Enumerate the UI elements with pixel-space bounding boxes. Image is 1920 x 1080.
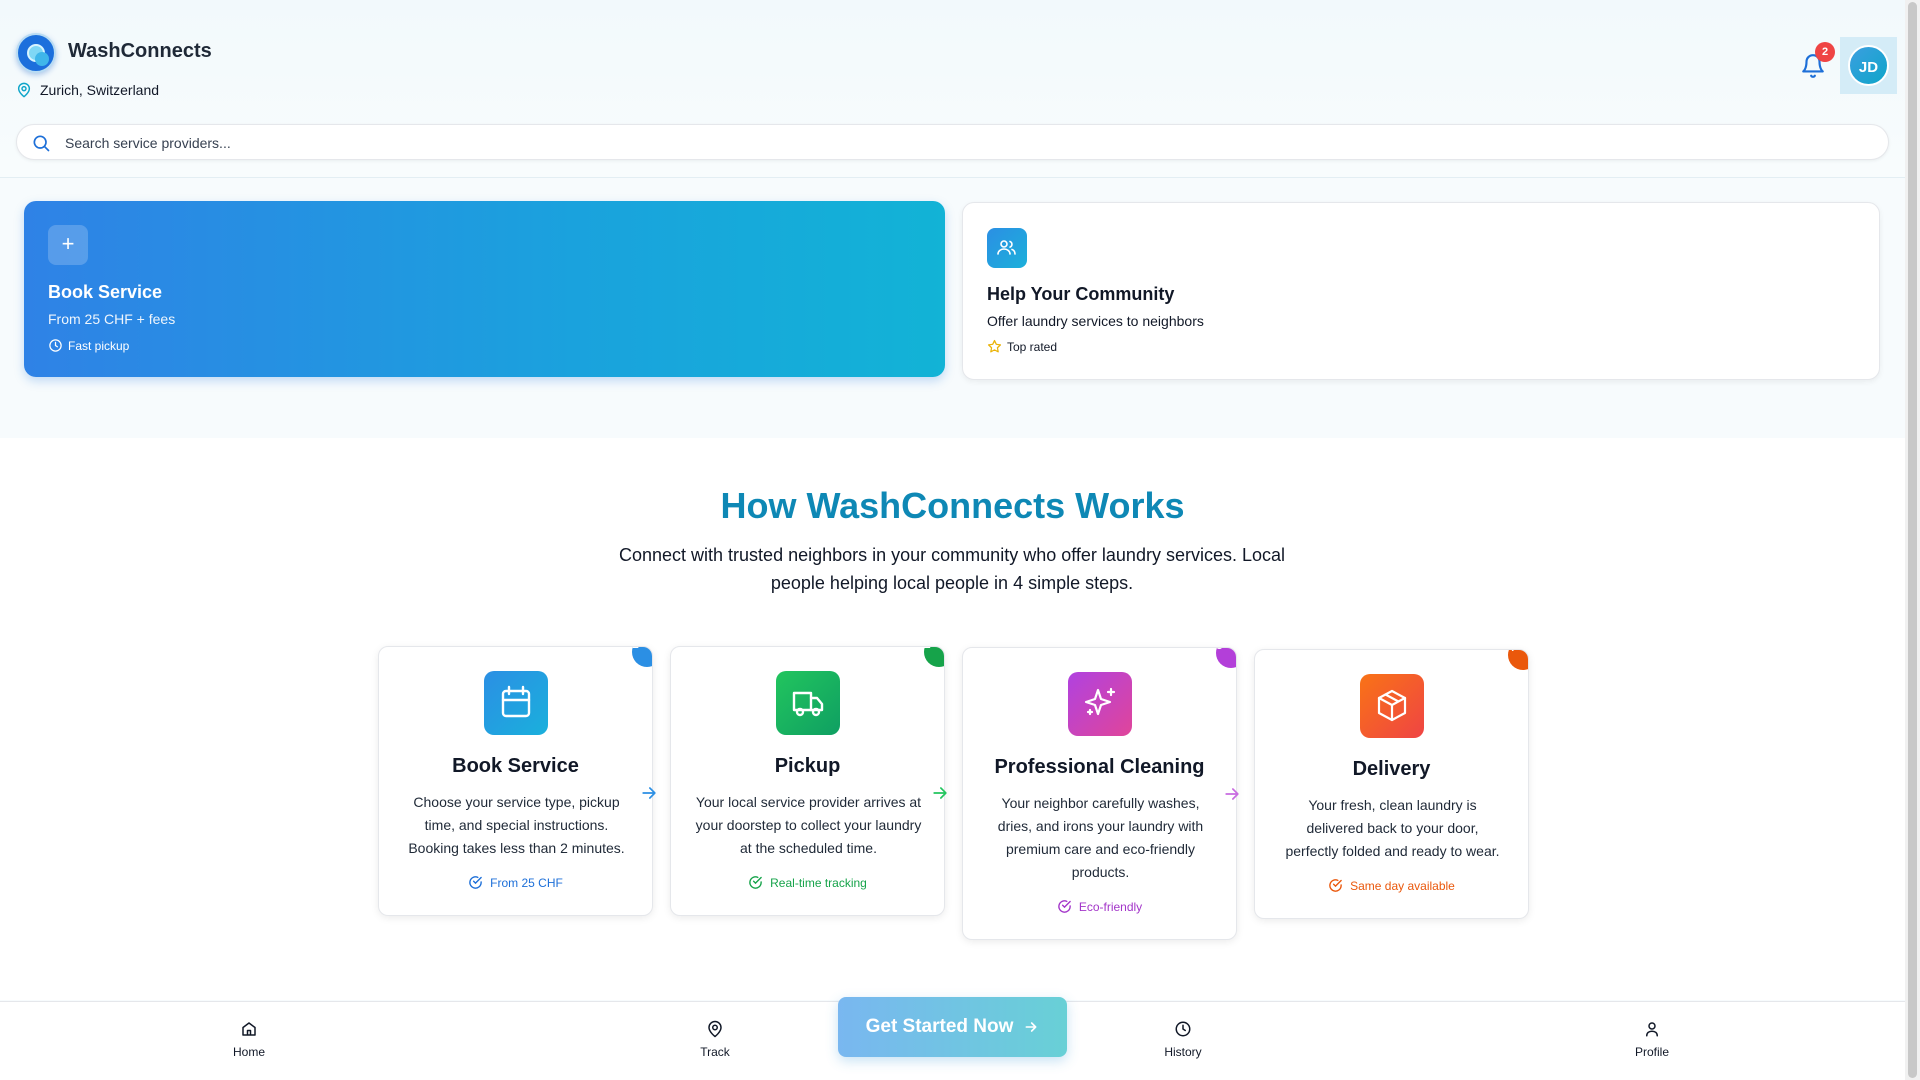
nav-profile-label: Profile <box>1634 1045 1669 1059</box>
notification-badge: 2 <box>1815 42 1835 62</box>
nav-history-label: History <box>1164 1045 1202 1059</box>
map-pin-icon <box>17 82 31 98</box>
nav-history[interactable]: History <box>1133 1020 1233 1059</box>
nav-profile[interactable]: Profile <box>1602 1020 1702 1059</box>
calendar-icon <box>484 671 548 735</box>
step-feature: Eco-friendly <box>963 899 1236 914</box>
how-it-works-subtitle: Connect with trusted neighbors in your c… <box>619 545 1285 593</box>
map-pin-icon <box>708 1020 722 1038</box>
step-feature: From 25 CHF <box>379 875 652 890</box>
check-circle-icon <box>1329 879 1342 892</box>
step-feature-label: Eco-friendly <box>1078 899 1143 914</box>
step-description: Your fresh, clean laundry is delivered b… <box>1285 797 1500 859</box>
top-rated-label: Top rated <box>1007 339 1058 354</box>
step-card-professional-cleaning[interactable]: 3 Professional Cleaning Your neighbor ca… <box>962 647 1237 940</box>
step-number-badge: 4 <box>1508 650 1528 670</box>
step-number-badge: 2 <box>924 647 944 667</box>
arrow-right-icon <box>933 787 947 799</box>
scrollbar-thumb[interactable] <box>1908 2 1917 1078</box>
nav-track[interactable]: Track <box>665 1020 765 1059</box>
step-description: Your local service provider arrives at y… <box>695 794 922 856</box>
help-community-card[interactable]: Help Your Community Offer laundry servic… <box>962 202 1880 380</box>
app-name: WashConnects <box>68 40 212 62</box>
page-scrollbar[interactable] <box>1905 0 1920 1080</box>
package-icon <box>1360 674 1424 738</box>
help-community-subtitle: Offer laundry services to neighbors <box>987 313 1204 329</box>
logo-mark-inner <box>35 52 49 66</box>
location-label[interactable]: Zurich, Switzerland <box>40 82 159 98</box>
nav-home-label: Home <box>232 1045 265 1059</box>
step-title: Book Service <box>452 755 579 777</box>
clock-icon <box>1175 1021 1191 1037</box>
clock-icon <box>49 339 62 352</box>
step-card-delivery[interactable]: 4 Delivery Your fresh, clean laundry is … <box>1254 649 1529 919</box>
step-feature-label: Same day available <box>1350 878 1455 893</box>
step-feature: Real-time tracking <box>671 875 944 890</box>
step-title: Delivery <box>1352 758 1431 780</box>
step-card-pickup[interactable]: 2 Pickup Your local service provider arr… <box>670 646 945 916</box>
get-started-button[interactable]: Get Started Now <box>838 997 1067 1057</box>
search-bar[interactable]: Search service providers... <box>16 124 1889 160</box>
sparkles-icon <box>1068 672 1132 736</box>
book-service-title: Book Service <box>48 282 163 302</box>
search-input[interactable]: Search service providers... <box>65 135 231 151</box>
get-started-label: Get Started Now <box>865 1016 1014 1037</box>
step-feature: Same day available <box>1255 878 1528 893</box>
step-title: Pickup <box>774 755 841 777</box>
truck-icon <box>776 671 840 735</box>
step-description: Your neighbor carefully washes, dries, a… <box>997 795 1204 880</box>
book-service-card[interactable]: + Book Service From 25 CHF + fees Fast p… <box>24 201 945 377</box>
nav-track-label: Track <box>700 1045 730 1059</box>
avatar: JD <box>1848 45 1889 86</box>
top-rated-tag: Top rated <box>987 339 1057 354</box>
step-feature-label: From 25 CHF <box>490 875 563 890</box>
plus-icon: + <box>48 225 88 265</box>
step-number-badge: 1 <box>632 647 652 667</box>
check-circle-icon <box>1058 900 1071 913</box>
fast-pickup-label: Fast pickup <box>68 338 130 353</box>
book-service-tag: Fast pickup <box>48 338 129 353</box>
user-icon <box>1646 1022 1658 1037</box>
step-number-badge: 3 <box>1216 648 1236 668</box>
step-description: Choose your service type, pickup time, a… <box>408 794 625 856</box>
search-icon <box>33 135 50 152</box>
step-feature-label: Real-time tracking <box>770 875 867 890</box>
nav-home[interactable]: Home <box>199 1020 299 1059</box>
app-logo[interactable] <box>16 33 56 73</box>
book-service-subtitle: From 25 CHF + fees <box>48 311 176 327</box>
arrow-right-icon <box>1225 788 1239 800</box>
top-header: WashConnects Zurich, Switzerland 2 JD Se… <box>0 0 1905 178</box>
step-title: Professional Cleaning <box>994 756 1205 778</box>
check-circle-icon <box>749 876 762 889</box>
users-icon <box>987 228 1027 268</box>
arrow-right-icon <box>642 787 656 799</box>
arrow-right-icon <box>1025 1022 1037 1032</box>
home-icon <box>242 1022 256 1036</box>
help-community-title: Help Your Community <box>987 284 1175 304</box>
check-circle-icon <box>469 876 482 889</box>
star-icon <box>987 339 1002 353</box>
step-card-book-service[interactable]: 1 Book Service Choose your service type,… <box>378 646 653 916</box>
how-it-works-title: How WashConnects Works <box>720 485 1185 526</box>
avatar-button[interactable]: JD <box>1840 37 1897 94</box>
